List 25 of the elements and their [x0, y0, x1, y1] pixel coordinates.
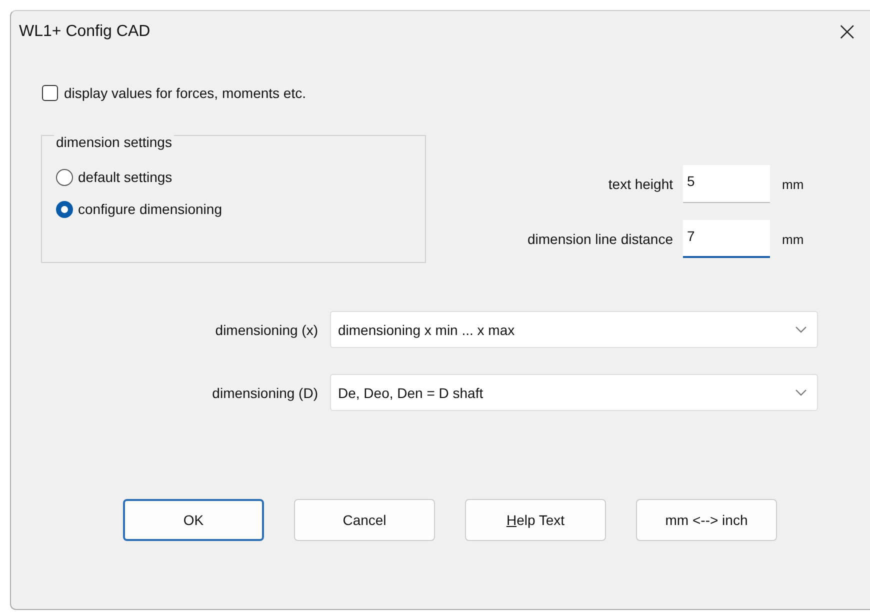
- dropdown-label: dimensioning (D): [211, 384, 318, 400]
- dropdown[interactable]: De, Deo, Den = D shaft: [330, 374, 818, 411]
- chevron-icon: [795, 388, 807, 396]
- window-title: WL1+ Config CAD: [19, 23, 150, 41]
- field-label: dimension line distance: [526, 231, 673, 247]
- checkbox-label: display values for forces, moments etc.: [64, 85, 306, 101]
- input-field[interactable]: 7: [683, 220, 770, 258]
- dropdown[interactable]: dimensioning x min ... x max: [330, 311, 818, 348]
- radio-button[interactable]: [56, 168, 73, 186]
- checkbox[interactable]: [42, 85, 58, 101]
- dialog-button[interactable]: Help Text: [465, 499, 606, 541]
- field-label: text height: [607, 176, 673, 192]
- radio-label: configure dimensioning: [78, 201, 222, 217]
- unit-label: mm: [782, 176, 804, 192]
- radio-label: default settings: [78, 169, 172, 185]
- unit-label: mm: [782, 232, 804, 246]
- input-field[interactable]: 5: [683, 165, 770, 203]
- close-button[interactable]: ×: [832, 19, 862, 45]
- chevron-icon: [795, 326, 807, 334]
- dropdown-label: dimensioning (x): [214, 322, 318, 338]
- group-title: dimension settings: [54, 134, 174, 150]
- dialog-button[interactable]: Cancel: [294, 499, 435, 541]
- dialog-button[interactable]: OK: [123, 499, 264, 541]
- radio-button[interactable]: [56, 200, 73, 218]
- dialog-button[interactable]: mm <--> inch: [636, 499, 777, 541]
